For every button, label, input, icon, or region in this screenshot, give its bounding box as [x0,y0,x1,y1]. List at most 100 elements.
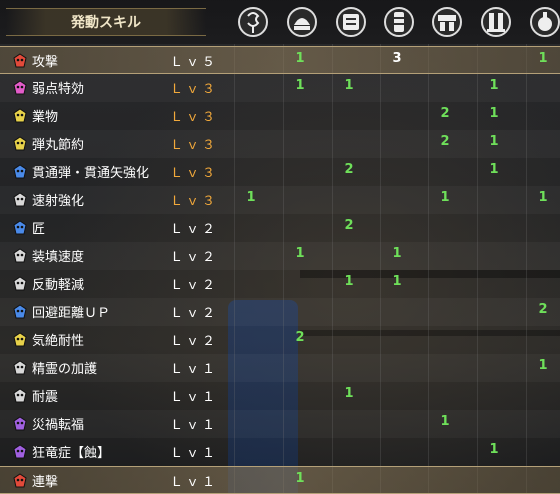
skill-row[interactable]: 速射強化 Ｌｖ３ 1 1 1 [0,186,560,214]
skill-points-cell: 1 [489,442,499,457]
skill-name: 弾丸節約 [32,138,85,153]
skill-points-cell: 1 [489,162,499,177]
skill-name: 貫通弾・貫通矢強化 [32,166,150,181]
skill-row[interactable]: 弾丸節約 Ｌｖ３ 2 1 [0,130,560,158]
skill-level: Ｌｖ１ [170,418,219,433]
skill-points-cell: 1 [440,190,450,205]
skill-name: 回避距離ＵＰ [32,306,111,321]
skill-name: 連撃 [32,475,59,490]
skill-row[interactable]: 反動軽減 Ｌｖ２ 1 1 [0,270,560,298]
skill-level: Ｌｖ２ [170,278,219,293]
skill-row[interactable]: 災禍転福 Ｌｖ１ 1 [0,410,560,438]
skill-level: Ｌｖ３ [170,82,219,97]
skill-points-cell: 1 [489,106,499,121]
skill-level: Ｌｖ２ [170,250,219,265]
skill-name: 狂竜症【蝕】 [32,446,111,461]
leg-armor-icon[interactable] [478,4,514,40]
skill-points-cell: 2 [344,218,354,233]
skill-row[interactable]: 弱点特効 Ｌｖ３ 1 1 1 [0,74,560,102]
skill-points-cell: 2 [344,162,354,177]
skill-row[interactable]: 回避距離ＵＰ Ｌｖ２ 2 [0,298,560,326]
skill-points-cell: 1 [295,51,305,66]
skill-points-cell: 2 [440,106,450,121]
skill-points-cell: 1 [246,190,256,205]
skill-row[interactable]: 狂竜症【蝕】 Ｌｖ１ 1 [0,438,560,466]
waist-armor-icon[interactable] [429,4,465,40]
skill-row[interactable]: 連撃 Ｌｖ１ 1 [0,466,560,494]
skill-points-cell: 1 [295,78,305,93]
talisman-icon[interactable] [527,4,560,40]
skill-level: Ｌｖ３ [170,138,219,153]
skill-name: 反動軽減 [32,278,85,293]
skill-gem-icon [12,388,28,404]
helm-icon[interactable] [284,4,320,40]
skill-row[interactable]: 気絶耐性 Ｌｖ２ 2 [0,326,560,354]
charm-icon[interactable] [235,4,271,40]
skill-name: 弱点特効 [32,82,85,97]
skill-points-cell: 3 [392,51,402,66]
chest-armor-icon[interactable] [333,4,369,40]
skill-name: 災禍転福 [32,418,85,433]
skill-row[interactable]: 業物 Ｌｖ３ 2 1 [0,102,560,130]
skill-gem-icon [12,473,28,489]
skill-name: 気絶耐性 [32,334,85,349]
skill-gem-icon [12,220,28,236]
skill-row[interactable]: 装填速度 Ｌｖ２ 1 1 [0,242,560,270]
skill-level: Ｌｖ２ [170,306,219,321]
skill-row[interactable]: 匠 Ｌｖ２ 2 [0,214,560,242]
skill-points-cell: 1 [538,358,548,373]
skill-name: 精霊の加護 [32,362,98,377]
skill-level: Ｌｖ１ [170,475,219,490]
skill-points-cell: 2 [295,330,305,345]
skill-gem-icon [12,164,28,180]
skill-gem-icon [12,108,28,124]
skill-points-cell: 2 [440,134,450,149]
skill-level: Ｌｖ１ [170,446,219,461]
skill-gem-icon [12,304,28,320]
skill-level: Ｌｖ３ [170,194,219,209]
skill-level: Ｌｖ１ [170,390,219,405]
skill-points-cell: 1 [295,246,305,261]
skill-points-cell: 1 [489,134,499,149]
skill-gem-icon [12,80,28,96]
skill-points-cell: 1 [489,78,499,93]
skill-gem-icon [12,136,28,152]
skill-gem-icon [12,360,28,376]
skill-gem-icon [12,53,28,69]
skill-level: Ｌｖ２ [170,222,219,237]
skill-points-cell: 1 [440,414,450,429]
skill-points-cell: 1 [344,386,354,401]
skill-gem-icon [12,332,28,348]
skill-row[interactable]: 耐震 Ｌｖ１ 1 [0,382,560,410]
skill-points-cell: 1 [392,274,402,289]
skill-row[interactable]: 攻撃 Ｌｖ５ 1 3 1 [0,46,560,74]
skill-name: 装填速度 [32,250,85,265]
panel-title: 発動スキル [6,8,206,36]
skill-points-cell: 2 [538,302,548,317]
skill-gem-icon [12,276,28,292]
skill-points-cell: 1 [344,78,354,93]
skill-points-cell: 1 [392,246,402,261]
skill-gem-icon [12,416,28,432]
skill-level: Ｌｖ５ [170,55,219,70]
skill-table-header: 発動スキル [0,0,560,44]
arm-armor-icon[interactable] [381,4,417,40]
skill-gem-icon [12,248,28,264]
skill-points-cell: 1 [538,190,548,205]
skill-level: Ｌｖ３ [170,110,219,125]
skill-name: 業物 [32,110,59,125]
skill-points-cell: 1 [295,471,305,486]
skill-row[interactable]: 貫通弾・貫通矢強化 Ｌｖ３ 2 1 [0,158,560,186]
skill-points-cell: 1 [344,274,354,289]
skill-level: Ｌｖ１ [170,362,219,377]
skill-gem-icon [12,192,28,208]
skill-row[interactable]: 精霊の加護 Ｌｖ１ 1 [0,354,560,382]
skill-name: 攻撃 [32,55,59,70]
skill-name: 耐震 [32,390,59,405]
skill-gem-icon [12,444,28,460]
skill-name: 匠 [32,222,46,237]
skill-level: Ｌｖ２ [170,334,219,349]
skill-points-cell: 1 [538,51,548,66]
skill-level: Ｌｖ３ [170,166,219,181]
skill-name: 速射強化 [32,194,85,209]
